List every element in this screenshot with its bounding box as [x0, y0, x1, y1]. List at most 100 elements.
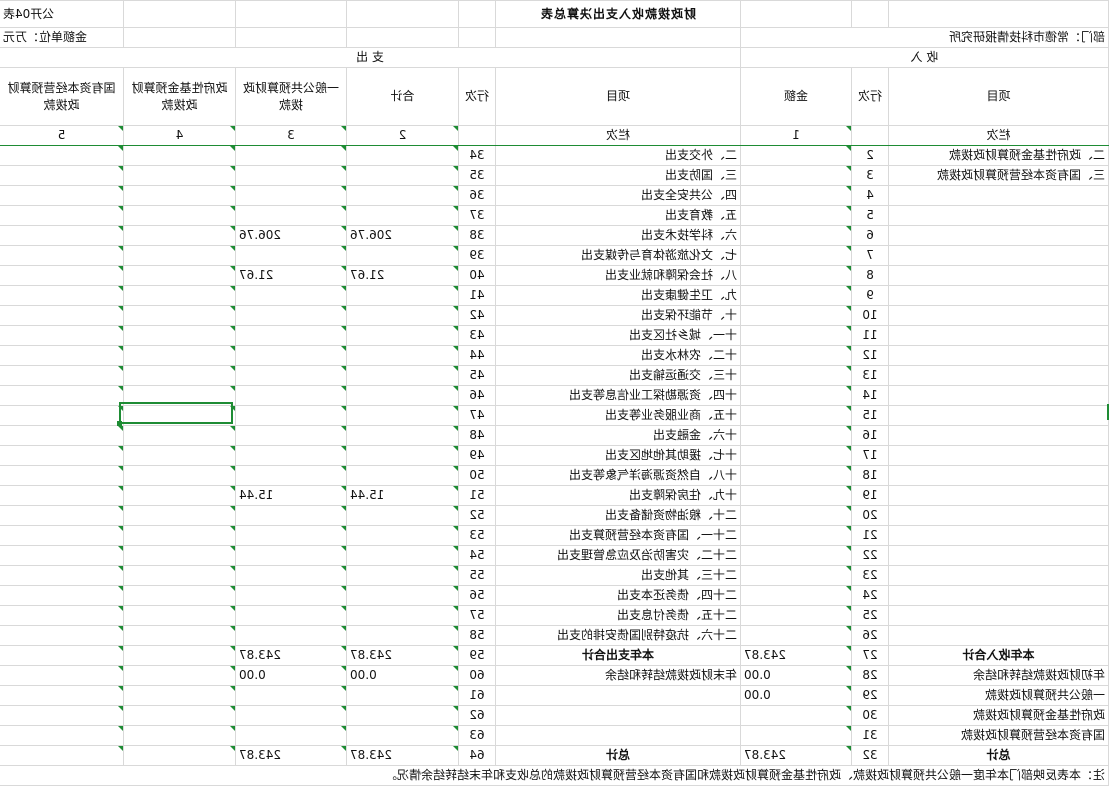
state-capital-amount-cell[interactable]	[0, 465, 124, 486]
general-budget-amount-cell[interactable]	[235, 245, 347, 266]
expense-line-cell[interactable]: 49	[458, 445, 496, 466]
state-capital-amount-cell[interactable]	[0, 205, 124, 226]
expense-item-cell[interactable]: 十六、金融支出	[495, 425, 741, 446]
income-amount-cell[interactable]	[740, 725, 852, 746]
expense-item-cell[interactable]	[495, 685, 741, 706]
income-amount-cell[interactable]	[740, 325, 852, 346]
expense-line-cell[interactable]: 50	[458, 465, 496, 486]
expense-item-cell[interactable]: 十、节能环保支出	[495, 305, 741, 326]
expense-total-cell[interactable]	[346, 145, 459, 166]
expense-line-cell[interactable]: 38	[458, 225, 496, 246]
gov-fund-amount-cell[interactable]	[123, 445, 236, 466]
income-line-cell[interactable]: 20	[851, 505, 889, 526]
general-budget-amount-cell[interactable]	[235, 305, 347, 326]
income-line-cell[interactable]: 16	[851, 425, 889, 446]
empty-cell[interactable]	[123, 27, 236, 48]
gov-fund-amount-cell[interactable]	[123, 365, 236, 386]
income-line-cell[interactable]: 8	[851, 265, 889, 286]
gov-fund-amount-cell[interactable]	[123, 745, 236, 766]
general-budget-amount-cell[interactable]	[235, 565, 347, 586]
income-line-cell[interactable]: 18	[851, 465, 889, 486]
gov-fund-amount-cell[interactable]	[123, 645, 236, 666]
expense-item-cell[interactable]: 二十四、债务还本支出	[495, 585, 741, 606]
expense-total-cell[interactable]	[346, 165, 459, 186]
expense-total-cell[interactable]	[346, 605, 459, 626]
income-amount-cell[interactable]: 243.87	[740, 745, 852, 766]
state-capital-amount-cell[interactable]	[0, 605, 124, 626]
general-budget-amount-cell[interactable]	[235, 365, 347, 386]
expense-item-cell[interactable]: 八、社会保障和就业支出	[495, 265, 741, 286]
state-capital-amount-cell[interactable]	[0, 385, 124, 406]
expense-total-cell[interactable]: 15.44	[346, 485, 459, 506]
income-item-cell[interactable]	[888, 525, 1109, 546]
general-budget-amount-cell[interactable]	[235, 505, 347, 526]
income-line-cell[interactable]: 30	[851, 705, 889, 726]
expense-total-cell[interactable]	[346, 425, 459, 446]
income-item-cell[interactable]	[888, 505, 1109, 526]
income-amount-cell[interactable]	[740, 505, 852, 526]
expense-total-cell[interactable]	[346, 365, 459, 386]
general-budget-amount-cell[interactable]	[235, 165, 347, 186]
income-line-cell[interactable]: 4	[851, 185, 889, 206]
income-item-cell[interactable]	[888, 305, 1109, 326]
income-amount-cell[interactable]	[740, 145, 852, 166]
gov-fund-amount-cell[interactable]	[123, 425, 236, 446]
general-budget-amount-cell[interactable]: 243.87	[235, 745, 347, 766]
expense-item-cell[interactable]: 二十一、国有资本经营预算支出	[495, 525, 741, 546]
expense-total-cell[interactable]	[346, 345, 459, 366]
general-budget-amount-cell[interactable]	[235, 525, 347, 546]
income-line-cell[interactable]: 15	[851, 405, 889, 426]
income-line-cell[interactable]: 31	[851, 725, 889, 746]
income-line-cell[interactable]: 12	[851, 345, 889, 366]
expense-total-cell[interactable]: 243.87	[346, 645, 459, 666]
income-amount-cell[interactable]	[740, 245, 852, 266]
expense-total-cell[interactable]	[346, 545, 459, 566]
expense-total-cell[interactable]	[346, 525, 459, 546]
state-capital-amount-cell[interactable]	[0, 165, 124, 186]
gov-fund-amount-cell[interactable]	[123, 305, 236, 326]
expense-line-cell[interactable]: 45	[458, 365, 496, 386]
income-amount-cell[interactable]	[740, 425, 852, 446]
expense-item-cell[interactable]: 十八、自然资源海洋气象等支出	[495, 465, 741, 486]
income-amount-cell[interactable]	[740, 345, 852, 366]
expense-line-cell[interactable]: 63	[458, 725, 496, 746]
income-item-cell[interactable]	[888, 425, 1109, 446]
expense-line-cell[interactable]: 58	[458, 625, 496, 646]
expense-item-cell[interactable]: 九、卫生健康支出	[495, 285, 741, 306]
income-item-cell[interactable]	[888, 185, 1109, 206]
expense-total-cell[interactable]	[346, 405, 459, 426]
expense-item-cell[interactable]: 十一、城乡社区支出	[495, 325, 741, 346]
income-line-cell[interactable]: 5	[851, 205, 889, 226]
income-amount-cell[interactable]	[740, 165, 852, 186]
expense-total-cell[interactable]	[346, 725, 459, 746]
gov-fund-amount-cell[interactable]	[123, 465, 236, 486]
income-item-cell[interactable]: 国有资本经营预算财政拨款	[888, 725, 1109, 746]
gov-fund-amount-cell[interactable]	[123, 565, 236, 586]
income-amount-cell[interactable]	[740, 485, 852, 506]
expense-item-cell[interactable]: 二十二、灾害防治及应急管理支出	[495, 545, 741, 566]
general-budget-amount-cell[interactable]	[235, 325, 347, 346]
expense-line-cell[interactable]: 57	[458, 605, 496, 626]
income-amount-cell[interactable]	[740, 265, 852, 286]
expense-total-cell[interactable]	[346, 285, 459, 306]
expense-line-cell[interactable]: 64	[458, 745, 496, 766]
income-amount-cell[interactable]	[740, 185, 852, 206]
expense-total-cell[interactable]: 206.76	[346, 225, 459, 246]
empty-cell[interactable]	[495, 27, 741, 48]
expense-line-cell[interactable]: 55	[458, 565, 496, 586]
income-line-cell[interactable]: 19	[851, 485, 889, 506]
income-line-cell[interactable]: 24	[851, 585, 889, 606]
state-capital-amount-cell[interactable]	[0, 585, 124, 606]
general-budget-amount-cell[interactable]	[235, 205, 347, 226]
income-line-cell[interactable]: 23	[851, 565, 889, 586]
expense-item-cell[interactable]: 十三、交通运输支出	[495, 365, 741, 386]
income-item-cell[interactable]	[888, 285, 1109, 306]
empty-cell[interactable]	[740, 0, 852, 28]
expense-total-cell[interactable]	[346, 185, 459, 206]
state-capital-amount-cell[interactable]	[0, 645, 124, 666]
income-line-cell[interactable]: 29	[851, 685, 889, 706]
income-line-cell[interactable]: 6	[851, 225, 889, 246]
expense-item-cell[interactable]: 二十六、抗疫特别国债安排的支出	[495, 625, 741, 646]
income-item-cell[interactable]	[888, 445, 1109, 466]
income-item-cell[interactable]	[888, 205, 1109, 226]
